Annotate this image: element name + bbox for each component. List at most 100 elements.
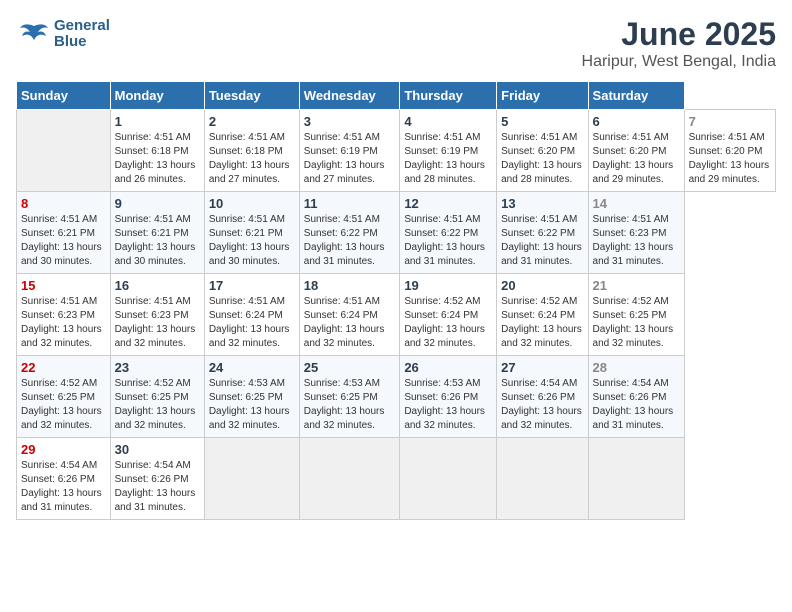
day-info: Sunrise: 4:52 AMSunset: 6:24 PMDaylight:… <box>501 295 583 351</box>
calendar-cell: 4Sunrise: 4:51 AMSunset: 6:19 PMDaylight… <box>400 110 497 192</box>
day-info: Sunrise: 4:52 AMSunset: 6:25 PMDaylight:… <box>593 295 680 351</box>
day-info: Sunrise: 4:51 AMSunset: 6:24 PMDaylight:… <box>209 295 295 351</box>
calendar-cell: 22Sunrise: 4:52 AMSunset: 6:25 PMDayligh… <box>17 356 111 438</box>
calendar-cell: 7 Sunrise: 4:51 AMSunset: 6:20 PMDaylight… <box>684 110 775 192</box>
calendar-cell-empty <box>17 110 111 192</box>
day-number: 25 <box>304 360 396 375</box>
calendar-cell: 10 Sunrise: 4:51 AMSunset: 6:21 PMDayligh… <box>204 192 299 274</box>
day-number: 11 <box>304 196 396 211</box>
day-number: 20 <box>501 278 583 293</box>
day-info: Sunrise: 4:54 AMSunset: 6:26 PMDaylight:… <box>115 459 200 515</box>
day-number: 19 <box>404 278 492 293</box>
calendar-cell: 16Sunrise: 4:51 AMSunset: 6:23 PMDayligh… <box>110 274 204 356</box>
day-number: 30 <box>115 442 200 457</box>
day-number: 9 <box>115 196 200 211</box>
calendar-cell: 13 Sunrise: 4:51 AMSunset: 6:22 PMDayligh… <box>497 192 588 274</box>
title-area: June 2025 Haripur, West Bengal, India <box>582 16 776 71</box>
week-row-3: 15Sunrise: 4:51 AMSunset: 6:23 PMDayligh… <box>17 274 776 356</box>
calendar-cell <box>400 438 497 520</box>
day-info: Sunrise: 4:51 AMSunset: 6:20 PMDaylight:… <box>593 131 680 187</box>
calendar-cell: 19Sunrise: 4:52 AMSunset: 6:24 PMDayligh… <box>400 274 497 356</box>
calendar-cell: 24 Sunrise: 4:53 AMSunset: 6:25 PMDayligh… <box>204 356 299 438</box>
calendar-cell: 5Sunrise: 4:51 AMSunset: 6:20 PMDaylight… <box>497 110 588 192</box>
day-number: 2 <box>209 114 295 129</box>
logo-text: General Blue <box>16 16 110 52</box>
logo-general: General <box>54 18 110 35</box>
week-row-2: 8Sunrise: 4:51 AMSunset: 6:21 PMDaylight… <box>17 192 776 274</box>
calendar-cell: 1 Sunrise: 4:51 AMSunset: 6:18 PMDaylight… <box>110 110 204 192</box>
calendar-cell <box>497 438 588 520</box>
day-number: 10 <box>209 196 295 211</box>
calendar-cell: 27Sunrise: 4:54 AMSunset: 6:26 PMDayligh… <box>497 356 588 438</box>
week-row-1: 1 Sunrise: 4:51 AMSunset: 6:18 PMDaylight… <box>17 110 776 192</box>
day-number: 15 <box>21 278 106 293</box>
day-number: 22 <box>21 360 106 375</box>
day-number: 13 <box>501 196 583 211</box>
weekday-header-monday: Monday <box>110 82 204 110</box>
calendar-cell: 12 Sunrise: 4:51 AMSunset: 6:22 PMDayligh… <box>400 192 497 274</box>
day-info: Sunrise: 4:51 AMSunset: 6:21 PMDaylight:… <box>209 213 295 269</box>
day-number: 6 <box>593 114 680 129</box>
day-info: Sunrise: 4:51 AMSunset: 6:21 PMDaylight:… <box>21 213 106 269</box>
day-info: Sunrise: 4:51 AMSunset: 6:22 PMDaylight:… <box>304 213 396 269</box>
day-info: Sunrise: 4:51 AMSunset: 6:20 PMDaylight:… <box>689 131 771 187</box>
day-number: 12 <box>404 196 492 211</box>
weekday-header-thursday: Thursday <box>400 82 497 110</box>
day-number: 23 <box>115 360 200 375</box>
day-number: 7 <box>689 114 771 129</box>
day-info: Sunrise: 4:51 AMSunset: 6:20 PMDaylight:… <box>501 131 583 187</box>
day-info: Sunrise: 4:54 AMSunset: 6:26 PMDaylight:… <box>21 459 106 515</box>
day-info: Sunrise: 4:53 AMSunset: 6:25 PMDaylight:… <box>209 377 295 433</box>
day-number: 18 <box>304 278 396 293</box>
day-number: 21 <box>593 278 680 293</box>
logo-bird-icon <box>16 16 52 52</box>
calendar-cell <box>588 438 684 520</box>
calendar-cell: 29Sunrise: 4:54 AMSunset: 6:26 PMDayligh… <box>17 438 111 520</box>
calendar-cell: 20 Sunrise: 4:52 AMSunset: 6:24 PMDayligh… <box>497 274 588 356</box>
calendar-cell: 2 Sunrise: 4:51 AMSunset: 6:18 PMDaylight… <box>204 110 299 192</box>
weekday-header-tuesday: Tuesday <box>204 82 299 110</box>
calendar-cell: 28 Sunrise: 4:54 AMSunset: 6:26 PMDayligh… <box>588 356 684 438</box>
day-info: Sunrise: 4:51 AMSunset: 6:18 PMDaylight:… <box>115 131 200 187</box>
day-info: Sunrise: 4:51 AMSunset: 6:24 PMDaylight:… <box>304 295 396 351</box>
calendar-cell: 30 Sunrise: 4:54 AMSunset: 6:26 PMDayligh… <box>110 438 204 520</box>
day-info: Sunrise: 4:53 AMSunset: 6:25 PMDaylight:… <box>304 377 396 433</box>
weekday-header-saturday: Saturday <box>588 82 684 110</box>
calendar-cell: 9Sunrise: 4:51 AMSunset: 6:21 PMDaylight… <box>110 192 204 274</box>
day-info: Sunrise: 4:51 AMSunset: 6:22 PMDaylight:… <box>501 213 583 269</box>
day-info: Sunrise: 4:51 AMSunset: 6:19 PMDaylight:… <box>304 131 396 187</box>
calendar-cell <box>204 438 299 520</box>
weekday-header-wednesday: Wednesday <box>299 82 400 110</box>
calendar-table: SundayMondayTuesdayWednesdayThursdayFrid… <box>16 81 776 520</box>
calendar-cell: 23 Sunrise: 4:52 AMSunset: 6:25 PMDayligh… <box>110 356 204 438</box>
day-info: Sunrise: 4:53 AMSunset: 6:26 PMDaylight:… <box>404 377 492 433</box>
weekday-header-row: SundayMondayTuesdayWednesdayThursdayFrid… <box>17 82 776 110</box>
calendar-cell: 25 Sunrise: 4:53 AMSunset: 6:25 PMDayligh… <box>299 356 400 438</box>
calendar-cell <box>299 438 400 520</box>
day-number: 24 <box>209 360 295 375</box>
calendar-cell: 8Sunrise: 4:51 AMSunset: 6:21 PMDaylight… <box>17 192 111 274</box>
day-info: Sunrise: 4:51 AMSunset: 6:22 PMDaylight:… <box>404 213 492 269</box>
day-number: 14 <box>593 196 680 211</box>
logo-blue: Blue <box>54 34 110 51</box>
day-info: Sunrise: 4:51 AMSunset: 6:18 PMDaylight:… <box>209 131 295 187</box>
day-number: 3 <box>304 114 396 129</box>
calendar-cell: 21 Sunrise: 4:52 AMSunset: 6:25 PMDayligh… <box>588 274 684 356</box>
location-title: Haripur, West Bengal, India <box>582 53 776 71</box>
page-header: General Blue June 2025 Haripur, West Ben… <box>16 16 776 71</box>
weekday-header-friday: Friday <box>497 82 588 110</box>
day-number: 28 <box>593 360 680 375</box>
day-number: 1 <box>115 114 200 129</box>
calendar-cell: 26 Sunrise: 4:53 AMSunset: 6:26 PMDayligh… <box>400 356 497 438</box>
calendar-cell: 17Sunrise: 4:51 AMSunset: 6:24 PMDayligh… <box>204 274 299 356</box>
day-number: 26 <box>404 360 492 375</box>
calendar-cell: 18 Sunrise: 4:51 AMSunset: 6:24 PMDayligh… <box>299 274 400 356</box>
calendar-cell: 3 Sunrise: 4:51 AMSunset: 6:19 PMDaylight… <box>299 110 400 192</box>
day-info: Sunrise: 4:54 AMSunset: 6:26 PMDaylight:… <box>593 377 680 433</box>
day-info: Sunrise: 4:52 AMSunset: 6:25 PMDaylight:… <box>115 377 200 433</box>
calendar-cell: 14Sunrise: 4:51 AMSunset: 6:23 PMDayligh… <box>588 192 684 274</box>
day-info: Sunrise: 4:54 AMSunset: 6:26 PMDaylight:… <box>501 377 583 433</box>
calendar-cell: 6 Sunrise: 4:51 AMSunset: 6:20 PMDaylight… <box>588 110 684 192</box>
day-number: 16 <box>115 278 200 293</box>
weekday-header-sunday: Sunday <box>17 82 111 110</box>
